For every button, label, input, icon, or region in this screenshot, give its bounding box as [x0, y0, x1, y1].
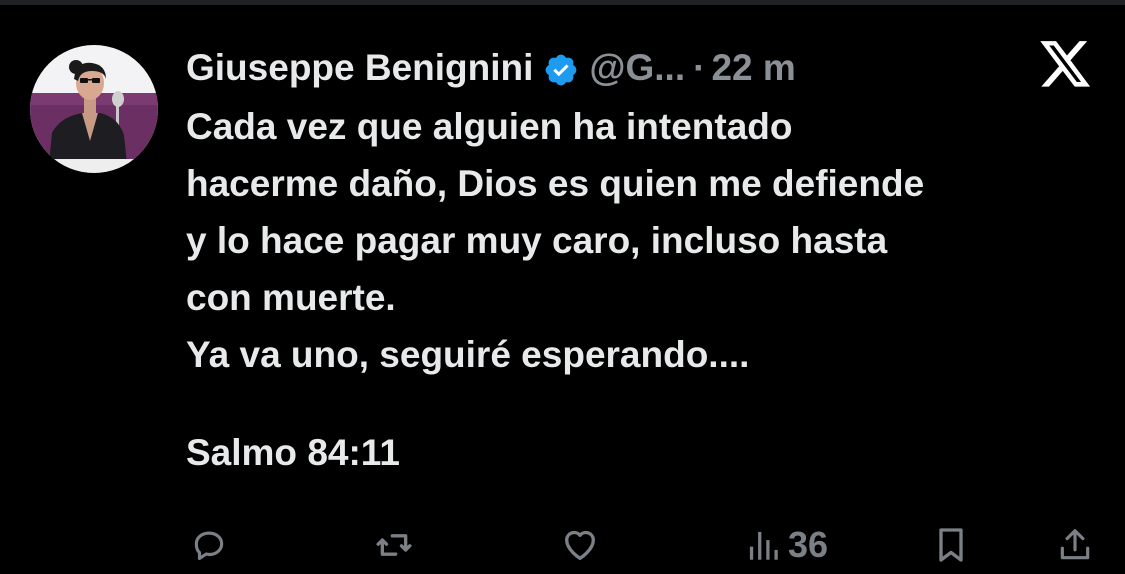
tweet-text-line: Salmo 84:11	[186, 432, 400, 473]
bookmark-icon	[939, 528, 963, 562]
tweet-card[interactable]: Giuseppe Benignini @G... · 22 m Cada vez…	[0, 0, 1125, 574]
verified-badge-icon	[543, 50, 579, 86]
tweet-text-line: hacerme daño, Dios es quien me defiende	[186, 163, 925, 204]
tweet-text-line: Ya va uno, seguiré esperando....	[186, 334, 750, 375]
share-button[interactable]	[1056, 520, 1094, 570]
tweet-text-line: Cada vez que alguien ha intentado	[186, 106, 793, 147]
timestamp[interactable]: 22 m	[711, 42, 795, 94]
heart-icon	[565, 530, 595, 560]
retweet-button[interactable]	[374, 520, 414, 570]
like-button[interactable]	[560, 520, 600, 570]
avatar[interactable]	[30, 45, 158, 173]
views-count: 36	[788, 524, 829, 565]
user-handle[interactable]: @G...	[589, 42, 685, 94]
views-button[interactable]: 36	[746, 520, 828, 570]
retweet-icon	[376, 534, 412, 556]
reply-icon	[194, 531, 224, 561]
bookmark-button[interactable]	[934, 520, 968, 570]
tweet-text: Cada vez que alguien ha intentado hacerm…	[186, 98, 1106, 481]
profile-photo	[30, 45, 158, 173]
display-name[interactable]: Giuseppe Benignini	[186, 42, 533, 94]
tweet-header: Giuseppe Benignini @G... · 22 m	[186, 42, 796, 94]
share-icon	[1060, 529, 1090, 560]
action-bar: 36	[186, 520, 1101, 570]
views-icon	[749, 531, 778, 560]
separator-dot: ·	[693, 47, 706, 88]
tweet-text-line: y lo hace pagar muy caro, incluso hasta	[186, 220, 888, 261]
reply-button[interactable]	[190, 520, 228, 570]
tweet-text-line: con muerte.	[186, 277, 396, 318]
x-logo-icon	[1040, 41, 1092, 89]
